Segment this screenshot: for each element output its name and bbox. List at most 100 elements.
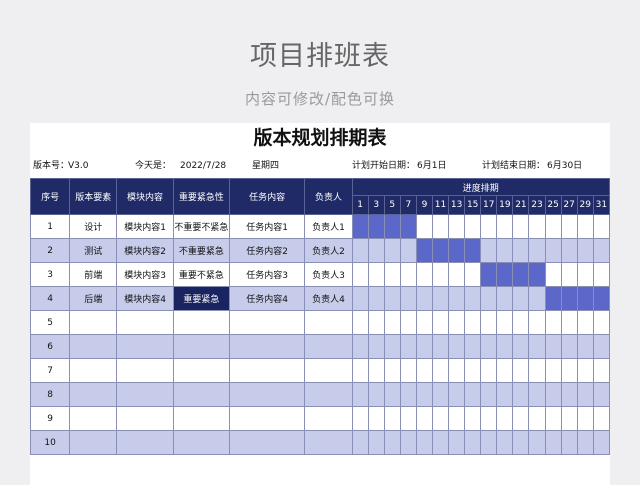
schedule-cell[interactable] bbox=[415, 406, 433, 431]
schedule-cell[interactable] bbox=[544, 310, 562, 335]
owner-cell[interactable] bbox=[304, 334, 353, 359]
schedule-cell[interactable] bbox=[464, 310, 482, 335]
schedule-cell[interactable] bbox=[464, 382, 482, 407]
schedule-cell[interactable] bbox=[528, 382, 546, 407]
schedule-cell[interactable] bbox=[496, 238, 514, 263]
schedule-cell[interactable] bbox=[415, 430, 433, 455]
schedule-cell[interactable] bbox=[383, 358, 401, 383]
schedule-cell[interactable] bbox=[464, 214, 482, 239]
schedule-cell[interactable] bbox=[592, 382, 610, 407]
row-number[interactable]: 4 bbox=[30, 286, 71, 311]
schedule-cell[interactable] bbox=[383, 310, 401, 335]
schedule-cell[interactable] bbox=[592, 358, 610, 383]
schedule-cell[interactable] bbox=[544, 262, 562, 287]
row-number[interactable]: 3 bbox=[30, 262, 71, 287]
schedule-cell[interactable] bbox=[592, 406, 610, 431]
owner-cell[interactable] bbox=[304, 406, 353, 431]
schedule-cell-filled[interactable] bbox=[367, 214, 385, 239]
schedule-cell[interactable] bbox=[415, 382, 433, 407]
schedule-cell[interactable] bbox=[496, 214, 514, 239]
schedule-cell[interactable] bbox=[415, 310, 433, 335]
schedule-cell[interactable] bbox=[351, 406, 369, 431]
schedule-cell[interactable] bbox=[464, 406, 482, 431]
urgency-cell[interactable] bbox=[172, 430, 230, 455]
schedule-cell[interactable] bbox=[383, 286, 401, 311]
schedule-cell[interactable] bbox=[544, 430, 562, 455]
version-element-cell[interactable] bbox=[69, 310, 118, 335]
schedule-cell[interactable] bbox=[592, 334, 610, 359]
version-element-cell[interactable] bbox=[69, 430, 118, 455]
version-element-cell[interactable] bbox=[69, 334, 118, 359]
schedule-cell[interactable] bbox=[464, 262, 482, 287]
schedule-cell[interactable] bbox=[367, 334, 385, 359]
schedule-cell[interactable] bbox=[383, 262, 401, 287]
schedule-cell[interactable] bbox=[576, 214, 594, 239]
schedule-cell-filled[interactable] bbox=[448, 238, 466, 263]
owner-cell[interactable] bbox=[304, 358, 353, 383]
schedule-cell[interactable] bbox=[480, 214, 498, 239]
schedule-cell[interactable] bbox=[528, 310, 546, 335]
task-cell[interactable] bbox=[228, 430, 306, 455]
schedule-cell[interactable] bbox=[592, 310, 610, 335]
schedule-cell[interactable] bbox=[496, 382, 514, 407]
schedule-cell[interactable] bbox=[480, 406, 498, 431]
schedule-cell[interactable] bbox=[560, 262, 578, 287]
schedule-cell[interactable] bbox=[415, 286, 433, 311]
schedule-cell[interactable] bbox=[592, 214, 610, 239]
task-cell[interactable] bbox=[228, 334, 306, 359]
version-element-cell[interactable] bbox=[69, 406, 118, 431]
schedule-cell[interactable] bbox=[431, 262, 450, 287]
schedule-cell[interactable] bbox=[512, 334, 530, 359]
module-cell[interactable] bbox=[116, 430, 174, 455]
schedule-cell[interactable] bbox=[512, 310, 530, 335]
schedule-cell[interactable] bbox=[431, 406, 450, 431]
schedule-cell[interactable] bbox=[480, 382, 498, 407]
schedule-cell[interactable] bbox=[367, 286, 385, 311]
row-number[interactable]: 6 bbox=[30, 334, 71, 359]
schedule-cell[interactable] bbox=[464, 334, 482, 359]
schedule-cell[interactable] bbox=[512, 214, 530, 239]
schedule-cell[interactable] bbox=[415, 214, 433, 239]
schedule-cell[interactable] bbox=[480, 286, 498, 311]
version-element-cell[interactable]: 设计 bbox=[69, 214, 118, 239]
schedule-cell[interactable] bbox=[528, 334, 546, 359]
schedule-cell[interactable] bbox=[512, 358, 530, 383]
schedule-cell[interactable] bbox=[415, 262, 433, 287]
schedule-cell[interactable] bbox=[512, 406, 530, 431]
schedule-cell[interactable] bbox=[351, 382, 369, 407]
schedule-cell[interactable] bbox=[560, 406, 578, 431]
schedule-cell[interactable] bbox=[576, 406, 594, 431]
schedule-cell[interactable] bbox=[544, 238, 562, 263]
urgency-cell[interactable] bbox=[172, 334, 230, 359]
task-cell[interactable] bbox=[228, 382, 306, 407]
schedule-cell[interactable] bbox=[367, 430, 385, 455]
schedule-cell[interactable] bbox=[399, 358, 417, 383]
schedule-cell[interactable] bbox=[496, 286, 514, 311]
version-element-cell[interactable] bbox=[69, 382, 118, 407]
urgency-cell[interactable] bbox=[172, 406, 230, 431]
schedule-cell[interactable] bbox=[367, 382, 385, 407]
schedule-cell[interactable] bbox=[480, 430, 498, 455]
schedule-cell[interactable] bbox=[383, 406, 401, 431]
version-element-cell[interactable]: 测试 bbox=[69, 238, 118, 263]
schedule-cell[interactable] bbox=[448, 310, 466, 335]
schedule-cell-filled[interactable] bbox=[383, 214, 401, 239]
task-cell[interactable]: 任务内容1 bbox=[228, 214, 306, 239]
schedule-cell[interactable] bbox=[383, 238, 401, 263]
module-cell[interactable]: 模块内容1 bbox=[116, 214, 174, 239]
urgency-cell[interactable]: 重要紧急 bbox=[172, 286, 230, 311]
schedule-cell[interactable] bbox=[560, 214, 578, 239]
version-element-cell[interactable]: 前端 bbox=[69, 262, 118, 287]
schedule-cell[interactable] bbox=[544, 382, 562, 407]
row-number[interactable]: 5 bbox=[30, 310, 71, 335]
schedule-cell[interactable] bbox=[576, 262, 594, 287]
schedule-cell[interactable] bbox=[576, 238, 594, 263]
schedule-cell[interactable] bbox=[528, 406, 546, 431]
schedule-cell[interactable] bbox=[528, 358, 546, 383]
schedule-cell[interactable] bbox=[512, 286, 530, 311]
schedule-cell[interactable] bbox=[431, 286, 450, 311]
owner-cell[interactable] bbox=[304, 382, 353, 407]
module-cell[interactable]: 模块内容2 bbox=[116, 238, 174, 263]
schedule-cell[interactable] bbox=[544, 406, 562, 431]
schedule-cell[interactable] bbox=[464, 286, 482, 311]
